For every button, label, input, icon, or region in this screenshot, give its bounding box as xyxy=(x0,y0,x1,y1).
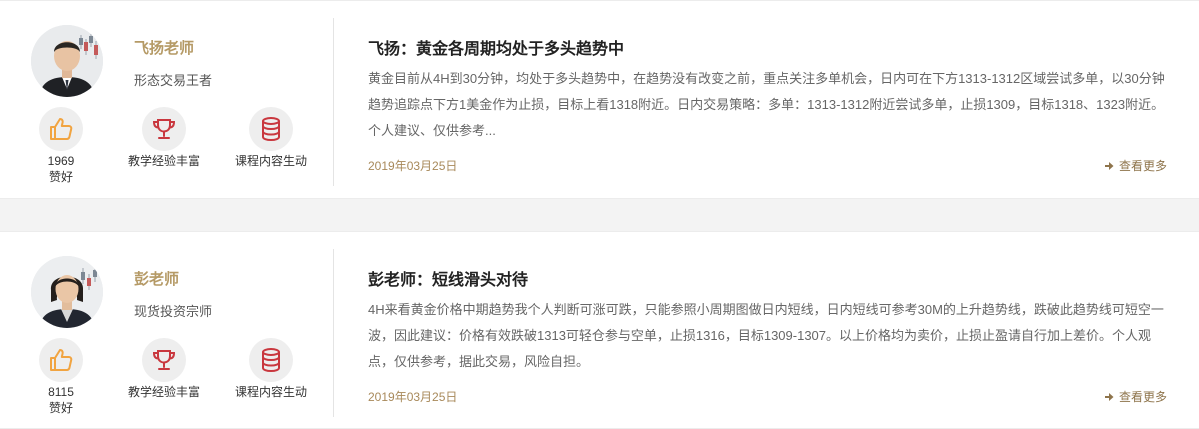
content-badge: 课程内容生动 xyxy=(229,107,313,169)
thumbs-up-icon xyxy=(50,118,73,140)
teacher-avatar[interactable] xyxy=(31,25,103,97)
teacher-post-card: 飞扬老师 形态交易王者 1969 赞好 教学经验丰富 课程内容生动 飞扬：黄金各… xyxy=(0,0,1199,199)
vertical-divider xyxy=(333,249,334,417)
teacher-name[interactable]: 飞扬老师 xyxy=(134,37,194,58)
like-count: 1969 xyxy=(47,154,75,168)
teacher-avatar[interactable] xyxy=(31,256,103,328)
view-more-link[interactable]: 查看更多 xyxy=(1104,157,1167,174)
post-excerpt: 4H来看黄金价格中期趋势我个人判断可涨可跌，只能参照小周期图做日内短线，日内短线… xyxy=(368,302,1164,369)
view-more-label: 查看更多 xyxy=(1119,390,1168,404)
like-label: 赞好 xyxy=(48,170,73,184)
post-title[interactable]: 彭老师：短线滑头对待 xyxy=(368,266,528,290)
content-label: 课程内容生动 xyxy=(234,385,307,399)
coin-stack-icon xyxy=(262,117,280,142)
post-title[interactable]: 飞扬：黄金各周期均处于多头趋势中 xyxy=(368,35,624,59)
view-more-label: 查看更多 xyxy=(1119,159,1168,173)
trophy-icon xyxy=(152,350,176,370)
trophy-icon xyxy=(152,119,176,139)
post-excerpt: 黄金目前从4H到30分钟，均处于多头趋势中，在趋势没有改变之前，重点关注多单机会… xyxy=(368,71,1165,138)
like-count: 8115 xyxy=(48,385,74,399)
teacher-name[interactable]: 彭老师 xyxy=(134,268,179,289)
teacher-title: 现货投资宗师 xyxy=(134,304,213,319)
like-label: 赞好 xyxy=(48,401,73,415)
view-more-link[interactable]: 查看更多 xyxy=(1104,388,1167,405)
vertical-divider xyxy=(333,18,334,186)
arrow-right-icon xyxy=(1104,391,1114,405)
like-badge[interactable]: 1969 赞好 xyxy=(38,107,84,185)
arrow-right-icon xyxy=(1104,160,1114,174)
experience-label: 教学经验丰富 xyxy=(127,154,200,168)
post-date: 2019年03月25日 xyxy=(368,159,458,173)
teacher-title: 形态交易王者 xyxy=(134,73,213,88)
experience-label: 教学经验丰富 xyxy=(127,385,200,399)
teacher-post-card: 彭老师 现货投资宗师 8115 赞好 教学经验丰富 课程内容生动 彭老师：短线滑… xyxy=(0,231,1199,429)
content-label: 课程内容生动 xyxy=(234,154,307,168)
like-badge[interactable]: 8115 赞好 xyxy=(38,338,84,416)
content-badge: 课程内容生动 xyxy=(229,338,313,400)
post-date: 2019年03月25日 xyxy=(368,390,458,404)
thumbs-up-icon xyxy=(50,349,73,371)
coin-stack-icon xyxy=(262,348,280,373)
experience-badge: 教学经验丰富 xyxy=(124,338,204,400)
experience-badge: 教学经验丰富 xyxy=(124,107,204,169)
